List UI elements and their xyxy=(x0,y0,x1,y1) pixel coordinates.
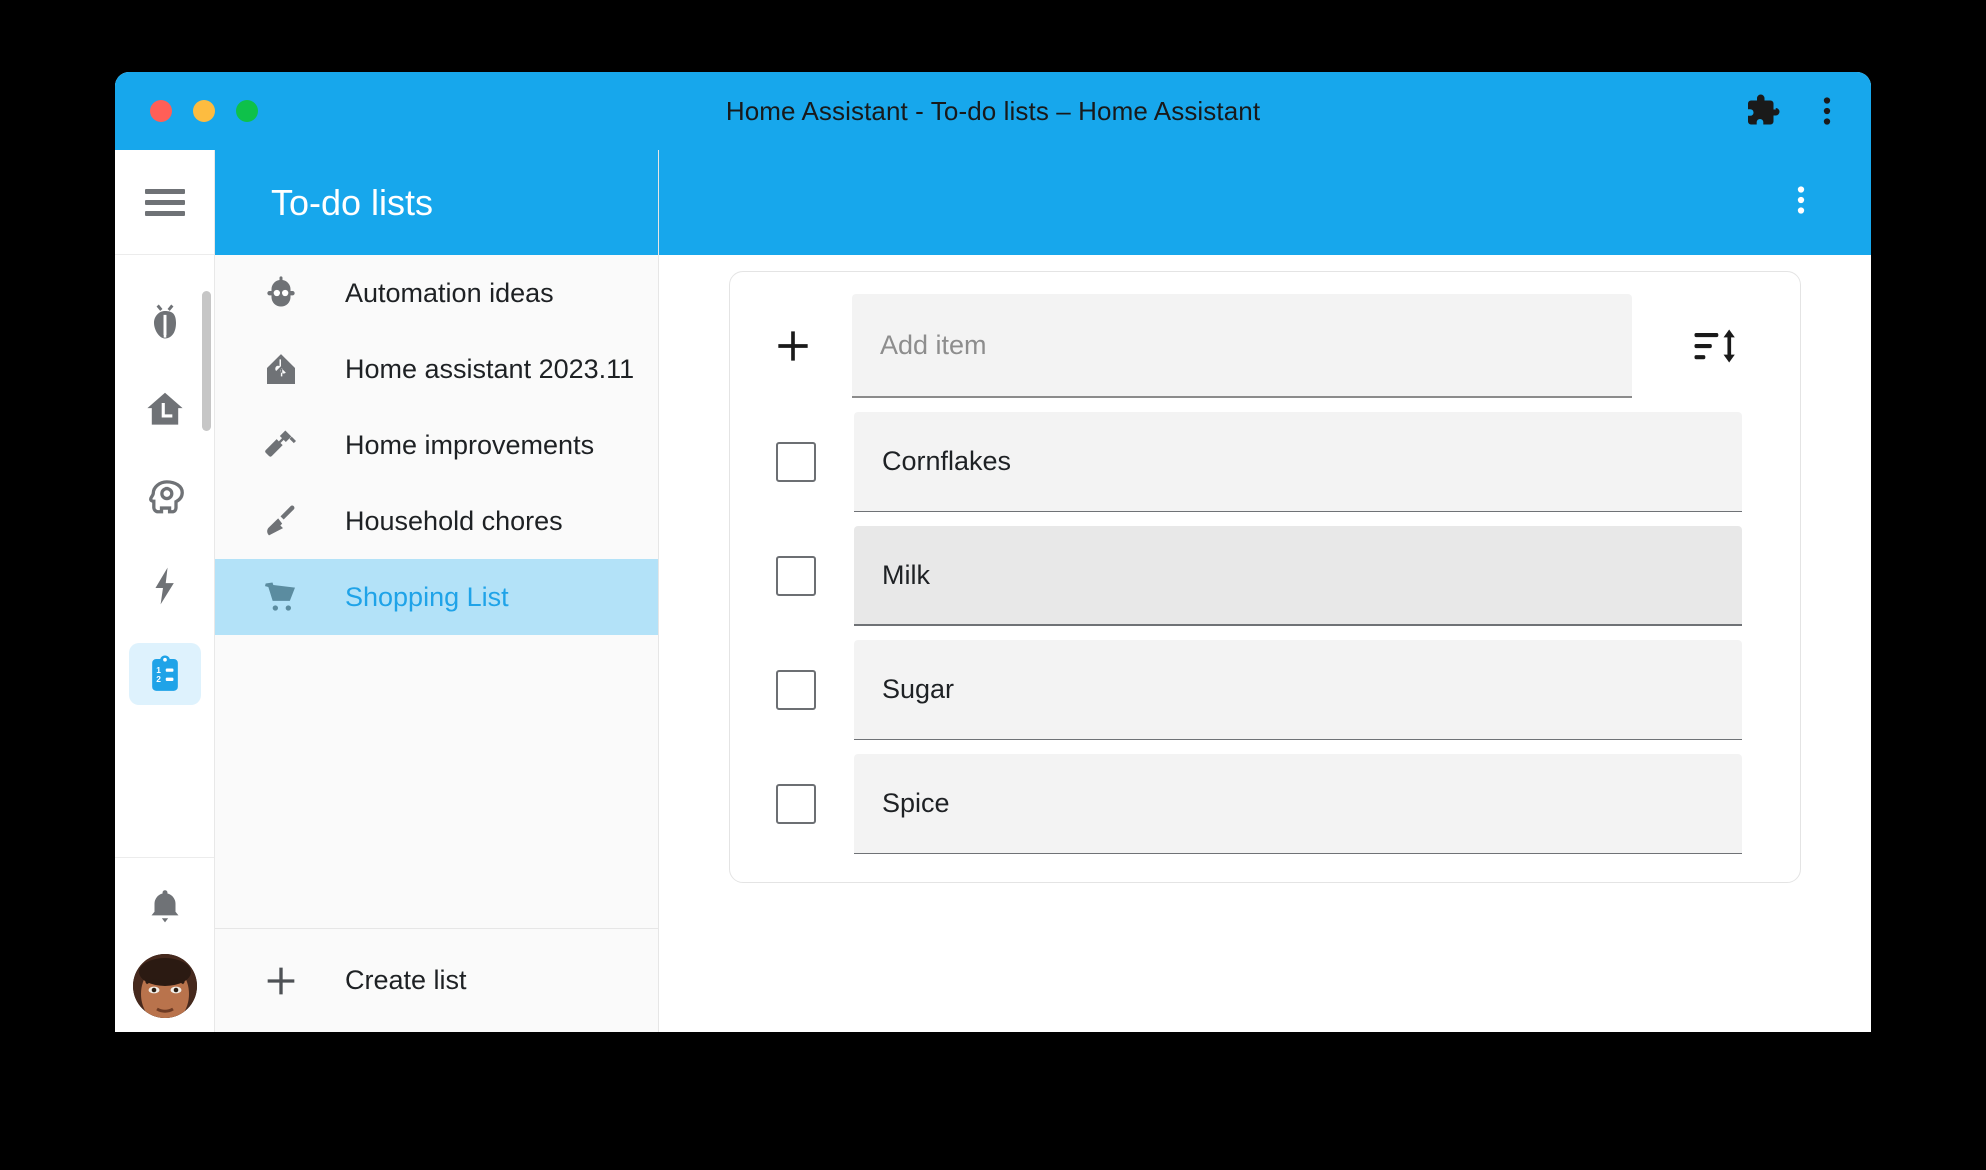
list-item-label: Automation ideas xyxy=(345,277,554,308)
bell-icon xyxy=(144,886,186,928)
todo-item-label[interactable]: Sugar xyxy=(854,640,1742,740)
todo-item-row: Sugar xyxy=(770,640,1742,740)
avatar[interactable] xyxy=(132,954,197,1018)
home-assistant-upload-icon xyxy=(143,388,187,432)
list-item-automation-ideas[interactable]: Automation ideas xyxy=(215,255,658,331)
plus-icon xyxy=(261,961,301,1001)
sidebar-rail-items: 1 2 xyxy=(115,255,214,857)
list-item-label: Household chores xyxy=(345,505,563,536)
shopping-cart-icon xyxy=(261,577,301,617)
sidebar-menu-toggle[interactable] xyxy=(115,150,214,255)
create-list-button[interactable]: Create list xyxy=(215,928,658,1032)
todo-item-checkbox[interactable] xyxy=(776,670,816,710)
todo-card: Cornflakes Milk Sugar Spice xyxy=(729,271,1801,883)
sidebar-item-todo-lists[interactable]: 1 2 xyxy=(128,643,201,705)
hammer-icon xyxy=(261,425,301,465)
add-item-row xyxy=(770,294,1742,398)
list-item-home-assistant-2023-11[interactable]: Home assistant 2023.11 xyxy=(215,331,658,407)
plus-icon[interactable] xyxy=(770,324,816,368)
todo-item-label[interactable]: Spice xyxy=(854,754,1742,854)
home-assistant-icon xyxy=(261,349,301,389)
broom-icon xyxy=(261,501,301,541)
main-header xyxy=(659,150,1871,255)
ladybug-icon xyxy=(143,300,187,344)
clipboard-list-icon: 1 2 xyxy=(143,652,187,696)
add-item-field[interactable] xyxy=(852,294,1632,398)
head-cog-icon xyxy=(143,476,187,520)
sidebar-item-assist[interactable] xyxy=(129,467,201,529)
svg-text:2: 2 xyxy=(156,674,161,684)
todo-item-label[interactable]: Milk xyxy=(854,526,1742,626)
page-title: To-do lists xyxy=(271,181,434,223)
robot-icon xyxy=(261,273,301,313)
sidebar-item-notifications[interactable] xyxy=(129,876,201,938)
sidebar-scrollbar[interactable] xyxy=(202,291,211,431)
todo-item-row: Spice xyxy=(770,754,1742,854)
sidebar-item-developer-tools[interactable] xyxy=(129,291,201,353)
sidebar-item-energy[interactable] xyxy=(129,555,201,617)
todo-item-row: Cornflakes xyxy=(770,412,1742,512)
create-list-label: Create list xyxy=(345,965,467,995)
window-title: Home Assistant - To-do lists – Home Assi… xyxy=(725,95,1261,126)
lightning-bolt-icon xyxy=(143,564,187,608)
window-titlebar: Home Assistant - To-do lists – Home Assi… xyxy=(115,72,1871,150)
todo-item-checkbox[interactable] xyxy=(776,784,816,824)
hamburger-menu-icon xyxy=(144,183,185,222)
todo-lists-header: To-do lists xyxy=(215,150,658,255)
more-vertical-icon[interactable] xyxy=(1783,182,1819,223)
list-item-label: Home improvements xyxy=(345,429,595,460)
add-item-input[interactable] xyxy=(880,329,1604,361)
list-item-household-chores[interactable]: Household chores xyxy=(215,483,658,559)
todo-lists-panel: To-do lists Automation ideas Home assist… xyxy=(215,150,659,1032)
todo-lists-items: Automation ideas Home assistant 2023.11 … xyxy=(215,255,658,928)
main-content: Cornflakes Milk Sugar Spice xyxy=(659,255,1871,1032)
more-vertical-icon[interactable] xyxy=(1809,93,1845,129)
todo-item-row: Milk xyxy=(770,526,1742,626)
sort-reorder-icon[interactable] xyxy=(1686,320,1742,372)
extension-puzzle-icon[interactable] xyxy=(1745,93,1781,129)
todo-item-label[interactable]: Cornflakes xyxy=(854,412,1742,512)
browser-window: Home Assistant - To-do lists – Home Assi… xyxy=(115,72,1871,1032)
app-body: 1 2 To-do lists Automation ideas Home as… xyxy=(115,150,1871,1032)
list-item-home-improvements[interactable]: Home improvements xyxy=(215,407,658,483)
list-item-label: Shopping List xyxy=(345,581,509,612)
main-panel: Cornflakes Milk Sugar Spice xyxy=(659,150,1871,1032)
list-item-label: Home assistant 2023.11 xyxy=(345,353,635,384)
titlebar-actions xyxy=(1745,93,1845,129)
sidebar-item-logbook[interactable] xyxy=(129,379,201,441)
sidebar-rail-bottom xyxy=(115,857,214,1032)
list-item-shopping-list[interactable]: Shopping List xyxy=(215,559,658,635)
todo-item-checkbox[interactable] xyxy=(776,442,816,482)
todo-item-checkbox[interactable] xyxy=(776,556,816,596)
sidebar-rail: 1 2 xyxy=(115,150,215,1032)
